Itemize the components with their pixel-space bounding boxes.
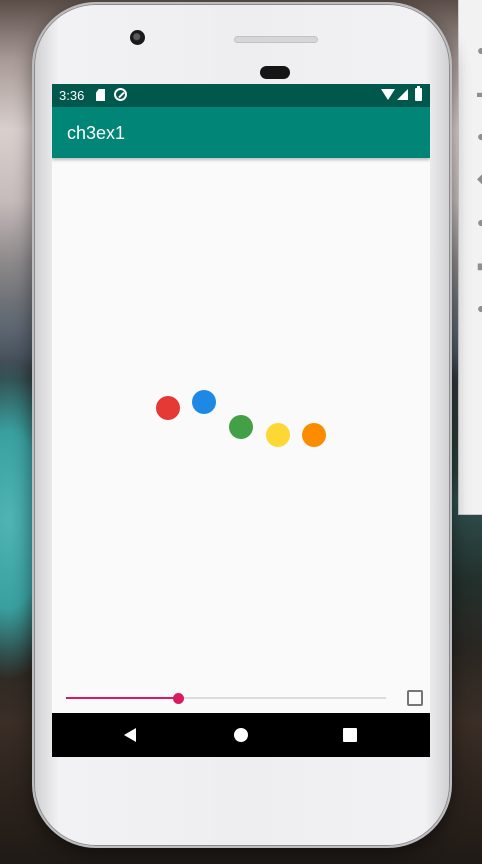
blue-dot xyxy=(192,390,216,414)
back-icon xyxy=(124,728,136,742)
proximity-sensor xyxy=(260,66,290,79)
status-time: 3:36 xyxy=(59,88,85,103)
side-toolbar-panel: ● ▬ ● ◆ ● ■ ● xyxy=(458,0,482,515)
back-button[interactable] xyxy=(100,713,160,757)
sync-icon xyxy=(114,88,127,101)
toolbar-icon[interactable]: ■ xyxy=(477,260,482,272)
device-screen: 3:36 ch3ex1 xyxy=(52,84,430,757)
seek-bar[interactable] xyxy=(66,688,386,708)
home-icon xyxy=(234,728,248,742)
toolbar-icon[interactable]: ● xyxy=(477,216,482,228)
sd-card-icon xyxy=(96,89,105,101)
front-camera xyxy=(130,30,145,45)
orange-dot xyxy=(302,423,326,447)
seek-bar-thumb[interactable] xyxy=(173,693,184,704)
toolbar-icon[interactable]: ◆ xyxy=(477,172,482,184)
earpiece-speaker xyxy=(234,36,318,43)
app-toolbar: ch3ex1 xyxy=(52,107,430,158)
recents-icon xyxy=(343,728,357,742)
toolbar-icon[interactable]: ▬ xyxy=(477,86,482,98)
signal-icon xyxy=(397,89,408,100)
yellow-dot xyxy=(266,423,290,447)
checkbox[interactable] xyxy=(407,690,423,706)
wifi-icon xyxy=(381,89,395,100)
seek-bar-progress xyxy=(66,697,178,699)
content-area xyxy=(52,158,430,713)
app-title: ch3ex1 xyxy=(67,123,126,143)
navigation-bar xyxy=(52,713,430,757)
green-dot xyxy=(229,415,253,439)
toolbar-icon[interactable]: ● xyxy=(477,44,482,56)
home-button[interactable] xyxy=(211,713,271,757)
recents-button[interactable] xyxy=(320,713,380,757)
red-dot xyxy=(156,396,180,420)
status-bar: 3:36 xyxy=(52,84,430,107)
toolbar-icon[interactable]: ● xyxy=(477,130,482,142)
toolbar-icon[interactable]: ● xyxy=(477,302,482,314)
battery-icon xyxy=(415,86,422,101)
